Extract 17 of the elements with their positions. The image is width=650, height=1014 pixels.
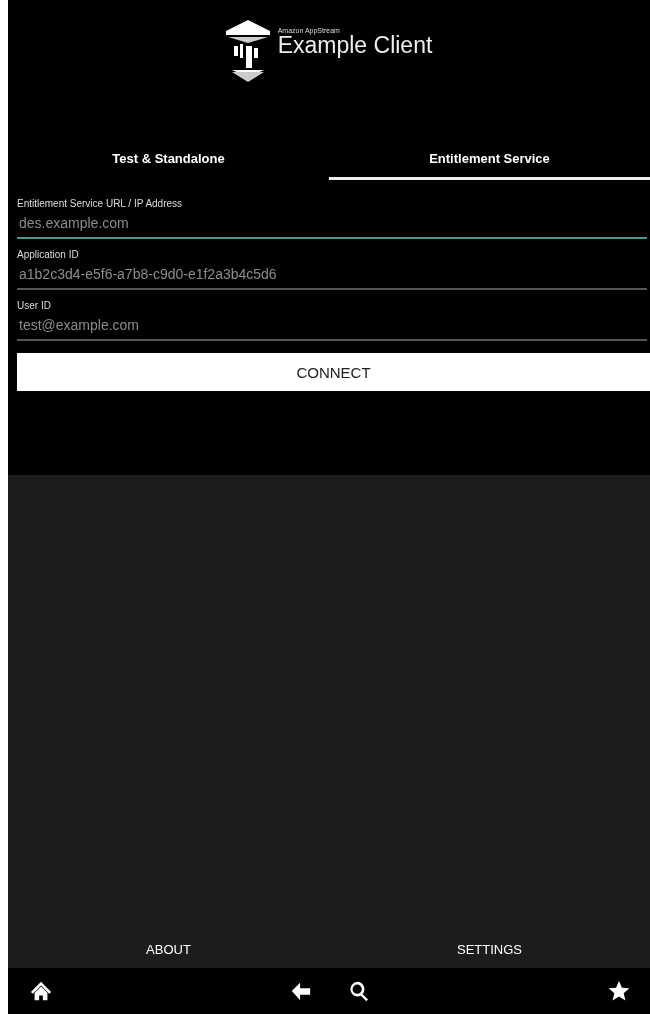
connect-button[interactable]: CONNECT: [17, 353, 650, 391]
logo-icon: [225, 20, 270, 82]
app-title: Example Client: [277, 34, 433, 57]
tab[interactable]: Test & Standalone: [8, 140, 329, 180]
star-icon[interactable]: [608, 980, 630, 1002]
footer-button[interactable]: ABOUT: [8, 930, 329, 968]
input-field[interactable]: a1b2c3d4-e5f6-a7b8-c9d0-e1f2a3b4c5d6: [17, 264, 647, 290]
search-icon[interactable]: [348, 980, 370, 1002]
field-label: User ID: [17, 300, 52, 311]
field-label: Entitlement Service URL / IP Address: [17, 198, 184, 209]
input-field[interactable]: test@example.com: [17, 315, 647, 341]
tab[interactable]: Entitlement Service: [329, 140, 650, 180]
footer-button[interactable]: SETTINGS: [329, 930, 650, 968]
input-field[interactable]: des.example.com: [17, 213, 647, 239]
field-label: Application ID: [17, 249, 80, 260]
back-arrow-icon[interactable]: [290, 980, 312, 1002]
home-icon[interactable]: [30, 980, 52, 1002]
